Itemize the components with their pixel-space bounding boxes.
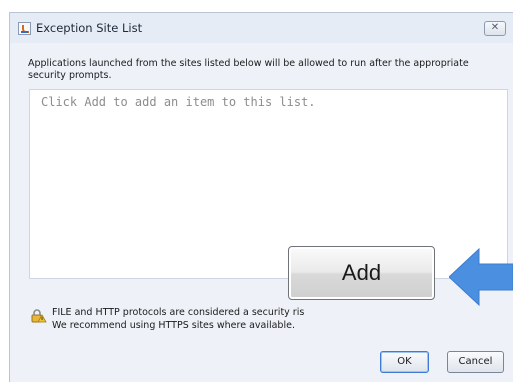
- ok-button[interactable]: OK: [380, 351, 429, 373]
- security-note: FILE and HTTP protocols are considered a…: [31, 307, 305, 337]
- title-bar: Exception Site List ✕: [10, 13, 513, 43]
- cancel-button[interactable]: Cancel: [447, 351, 504, 373]
- exception-site-list-dialog: Exception Site List ✕ Applications launc…: [9, 12, 513, 382]
- lock-warning-icon: [31, 309, 47, 323]
- add-button[interactable]: Add: [288, 246, 435, 300]
- security-note-line-1: FILE and HTTP protocols are considered a…: [52, 307, 305, 318]
- security-note-line-2: We recommend using HTTPS sites where ava…: [52, 320, 295, 331]
- description-text: Applications launched from the sites lis…: [28, 58, 469, 81]
- list-placeholder: Click Add to add an item to this list.: [41, 95, 316, 109]
- java-icon: [18, 22, 31, 35]
- site-list[interactable]: Click Add to add an item to this list.: [29, 89, 508, 279]
- callout-arrow-icon: [449, 247, 513, 307]
- close-icon: ✕: [490, 22, 500, 33]
- window-title: Exception Site List: [36, 21, 143, 35]
- close-button[interactable]: ✕: [484, 21, 506, 36]
